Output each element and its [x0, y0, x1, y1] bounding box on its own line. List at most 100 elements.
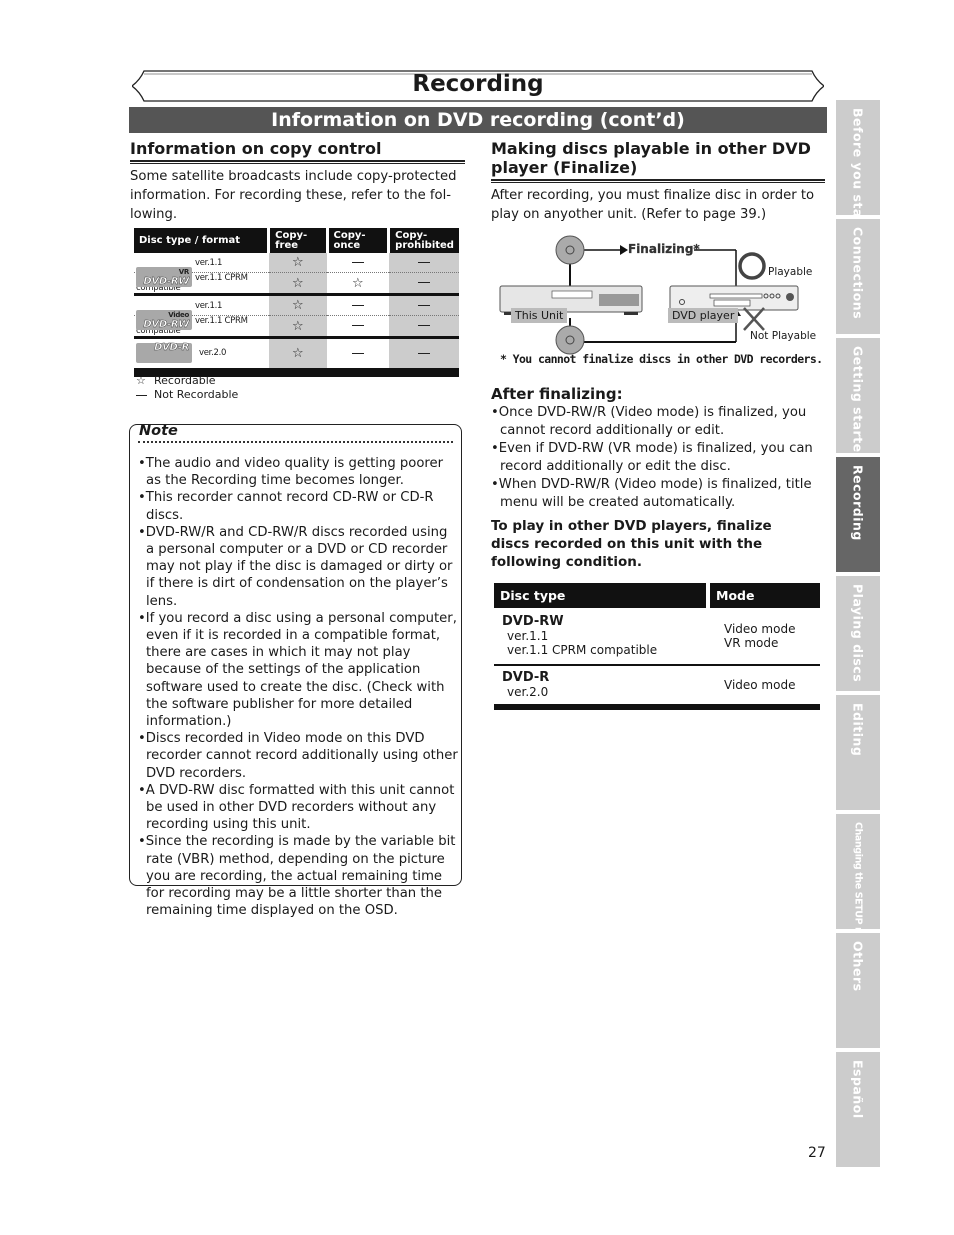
- table-legend: ☆ Recordable Not Recordable: [136, 374, 238, 402]
- note-box: Note The audio and video quality is gett…: [129, 423, 462, 918]
- note-item: Since the recording is made by the varia…: [136, 833, 459, 919]
- finalize-mode-table: Disc type Mode DVD-RW ver.1.1 ver.1.1 CP…: [494, 583, 820, 710]
- legend-item: Not Recordable: [136, 388, 238, 402]
- note-item: If you record a disc using a personal co…: [136, 610, 459, 730]
- note-item: Discs recorded in Video mode on this DVD…: [136, 730, 459, 782]
- table-row: DVD-R ver.2.0 ☆: [134, 337, 459, 371]
- header-line: prohibited: [395, 239, 454, 251]
- star-icon: ☆: [136, 374, 146, 387]
- side-tab-label: Español: [850, 1060, 866, 1119]
- finalizing-label: Finalizing*: [628, 242, 700, 256]
- dash-icon: [417, 325, 430, 326]
- copy-control-intro: Some satellite broadcasts include copy-p…: [130, 167, 465, 224]
- after-finalizing-list: Once DVD-RW/R (Video mode) is finalized,…: [491, 404, 821, 512]
- after-item: Once DVD-RW/R (Video mode) is finalized,…: [491, 404, 821, 440]
- intro-line: information. For recording these, refer …: [130, 188, 452, 203]
- side-tab-getting-started[interactable]: Getting started: [836, 338, 880, 462]
- heading-rule: [130, 160, 465, 164]
- legend-label: Recordable: [154, 374, 216, 387]
- arrow-icon: [620, 245, 628, 255]
- dash-icon: [417, 261, 430, 263]
- copy-once-cell: [327, 337, 389, 371]
- side-tab-label: Connections: [850, 227, 866, 320]
- logo-label: DVD-R: [154, 342, 190, 353]
- disc-icon: [555, 235, 585, 265]
- dvd-player-icon: [669, 285, 799, 311]
- mode-value: Video mode: [724, 678, 796, 692]
- dash-icon: [351, 325, 364, 326]
- note-item: This recorder cannot record CD-RW or CD-…: [136, 489, 459, 523]
- intro-line: After recording, you must finalize disc …: [491, 188, 815, 203]
- disc-format-cell: VR DVD-RW ver.1.1: [134, 253, 269, 287]
- star-icon: ☆: [292, 255, 304, 270]
- legend-label: Not Recordable: [154, 388, 239, 401]
- header-disc-type: Disc type / format: [134, 228, 271, 253]
- header-mode: Mode: [706, 583, 820, 608]
- table-header-row: Disc type Mode: [494, 583, 820, 608]
- legend-item: ☆ Recordable: [136, 374, 238, 388]
- heading-line: Making discs playable in other DVD: [491, 139, 811, 158]
- logo-label: DVD-RW: [143, 318, 189, 330]
- intro-line: lowing.: [130, 207, 178, 222]
- disc-icon: [555, 325, 585, 355]
- copy-prohibited-cell: [388, 272, 459, 296]
- finalize-section: Making discs playable in other DVD playe…: [491, 139, 825, 224]
- title-banner: Recording: [132, 70, 824, 102]
- note-item: DVD-RW/R and CD-RW/R discs recorded usin…: [136, 524, 459, 610]
- disc-logo-icon: Video DVD-RW: [136, 309, 192, 330]
- side-tab-before-you-start[interactable]: Before you start: [836, 100, 880, 231]
- disc-version: ver.2.0: [507, 685, 549, 699]
- dash-icon: [351, 304, 364, 306]
- not-playable-label: Not Playable: [750, 330, 817, 342]
- side-tab-espa-ol[interactable]: Español: [836, 1052, 880, 1167]
- mode-cell: Video mode VR mode: [708, 608, 820, 666]
- copy-once-cell: [327, 315, 389, 339]
- playable-circle-icon: [738, 252, 766, 280]
- finalize-condition-text: To play in other DVD players, finalize d…: [491, 518, 772, 570]
- side-tab-playing-discs[interactable]: Playing discs: [836, 576, 880, 691]
- after-item: Even if DVD-RW (VR mode) is finalized, y…: [491, 440, 821, 476]
- copy-once-cell: [327, 253, 389, 273]
- star-icon: ☆: [352, 275, 364, 291]
- side-tab-label: Getting started: [850, 346, 866, 463]
- copy-prohibited-cell: [388, 337, 459, 371]
- note-divider: [138, 441, 453, 443]
- copy-free-cell: ☆: [268, 294, 327, 316]
- disc-logo-icon: DVD-R: [136, 342, 192, 363]
- side-tab-others[interactable]: Others: [836, 933, 880, 1048]
- playable-label: Playable: [768, 266, 813, 278]
- table-header-row: Disc type / format Copy-free Copy-once C…: [134, 228, 459, 253]
- star-icon: ☆: [292, 346, 304, 361]
- dash-icon: [351, 352, 364, 354]
- table-row: VR DVD-RW ver.1.1 ☆: [134, 253, 459, 287]
- disc-format-cell: DVD-R ver.2.0: [134, 337, 269, 371]
- side-tab-label: Recording: [850, 465, 866, 541]
- page-number: 27: [808, 1145, 826, 1161]
- copy-control-table: Disc type / format Copy-free Copy-once C…: [134, 228, 459, 377]
- side-tab-connections[interactable]: Connections: [836, 219, 880, 334]
- side-tab-changing-the-setup-menu[interactable]: Changing the SETUP menu: [836, 814, 880, 955]
- copy-prohibited-cell: [388, 253, 459, 273]
- dash-icon: [417, 282, 430, 283]
- disc-cell: DVD-RW ver.1.1 ver.1.1 CPRM compatible: [494, 608, 708, 666]
- side-tab-editing[interactable]: Editing: [836, 695, 880, 810]
- mode-value: Video mode: [724, 622, 796, 636]
- dvd-player-label: DVD player: [668, 308, 739, 323]
- disc-format-cell: Video DVD-RW ver.1.1: [134, 294, 269, 330]
- table-row: DVD-R ver.2.0 Video mode: [494, 665, 820, 710]
- after-finalizing-heading: After finalizing:: [491, 385, 623, 403]
- note-list: The audio and video quality is getting p…: [136, 455, 459, 919]
- side-tab-recording[interactable]: Recording: [836, 457, 880, 572]
- side-tab-label: Editing: [850, 703, 866, 757]
- header-copy-free: Copy-free: [268, 228, 329, 253]
- page-title: Recording: [412, 71, 544, 97]
- table-row: DVD-RW ver.1.1 ver.1.1 CPRM compatible V…: [494, 608, 820, 666]
- disc-version: ver.2.0: [199, 348, 227, 358]
- star-icon: ☆: [292, 275, 304, 291]
- side-tab-label: Before you start: [850, 108, 866, 232]
- this-unit-label: This Unit: [511, 308, 568, 323]
- disc-name: DVD-RW: [502, 614, 564, 629]
- mode-value: VR mode: [724, 636, 779, 650]
- table-row: Video DVD-RW ver.1.1 ☆: [134, 294, 459, 330]
- copy-free-cell: ☆: [268, 337, 327, 371]
